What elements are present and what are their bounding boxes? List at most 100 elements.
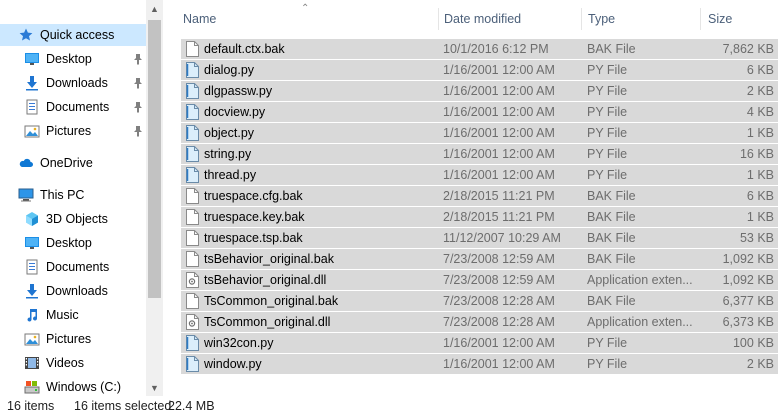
column-header-size[interactable]: Size [708, 8, 768, 30]
file-name: default.ctx.bak [204, 42, 285, 56]
column-header-type[interactable]: Type [588, 8, 688, 30]
file-name: dlgpassw.py [204, 84, 273, 98]
file-date-modified: 1/16/2001 12:00 AM [443, 84, 555, 98]
file-date-modified: 1/16/2001 12:00 AM [443, 357, 555, 371]
generic-file-icon [186, 293, 199, 309]
file-row[interactable]: dlgpassw.py 1/16/2001 12:00 AM PY File 2 KB [181, 80, 778, 101]
desktop-icon [24, 235, 40, 251]
nav-item-label: Music [46, 308, 79, 322]
file-type: BAK File [587, 210, 636, 224]
python-file-icon [186, 125, 199, 141]
file-name: thread.py [204, 168, 257, 182]
nav-item-quick-access[interactable]: Quick access [0, 24, 146, 46]
file-row[interactable]: TsCommon_original.dll 7/23/2008 12:28 AM A… [181, 311, 778, 332]
column-divider[interactable] [700, 8, 701, 30]
file-row[interactable]: truespace.key.bak 2/18/2015 11:21 PM BAK F… [181, 206, 778, 227]
file-name: window.py [204, 357, 262, 371]
nav-item-label: Pictures [46, 332, 92, 346]
python-file-icon [186, 62, 199, 78]
nav-item-label: Documents [46, 100, 110, 114]
file-name: truespace.key.bak [204, 210, 305, 224]
file-type: PY File [587, 336, 628, 350]
column-header-date-modified[interactable]: Date modified [444, 8, 574, 30]
file-row[interactable]: win32con.py 1/16/2001 12:00 AM PY File 100 … [181, 332, 778, 353]
desktop-icon [24, 51, 40, 67]
scroll-up-arrow-icon[interactable]: ▲ [146, 0, 163, 17]
nav-item-pictures[interactable]: Pictures [0, 120, 142, 142]
file-name: TsCommon_original.dll [204, 315, 331, 329]
pin-icon[interactable] [132, 100, 144, 114]
file-name: docview.py [204, 105, 266, 119]
nav-item-windows-c[interactable]: Windows (C:) [0, 376, 121, 396]
file-type: PY File [587, 63, 628, 77]
file-type: Application exten... [587, 273, 693, 287]
dll-file-icon [186, 272, 199, 288]
pictures-icon [24, 331, 40, 347]
column-divider[interactable] [581, 8, 582, 30]
file-row[interactable]: dialog.py 1/16/2001 12:00 AM PY File 6 KB [181, 59, 778, 80]
nav-item-label: OneDrive [40, 156, 93, 170]
file-date-modified: 1/16/2001 12:00 AM [443, 336, 555, 350]
file-row[interactable]: tsBehavior_original.dll 7/23/2008 12:59 A… [181, 269, 778, 290]
file-row[interactable]: object.py 1/16/2001 12:00 AM PY File 1 KB [181, 122, 778, 143]
pin-icon[interactable] [132, 124, 144, 138]
nav-item-label: Quick access [40, 28, 115, 42]
nav-item-music[interactable]: Music [0, 304, 79, 326]
file-size: 2 KB [746, 357, 774, 371]
nav-item-desktop[interactable]: Desktop [0, 48, 142, 70]
navigation-scrollbar[interactable]: ▲ ▼ [146, 0, 163, 396]
nav-item-pictures[interactable]: Pictures [0, 328, 91, 350]
file-type: PY File [587, 168, 628, 182]
file-date-modified: 2/18/2015 11:21 PM [443, 189, 555, 203]
file-row[interactable]: docview.py 1/16/2001 12:00 AM PY File 4 KB [181, 101, 778, 122]
file-row[interactable]: tsBehavior_original.bak 7/23/2008 12:59 A… [181, 248, 778, 269]
nav-item-this-pc[interactable]: This PC [0, 184, 84, 206]
nav-item-3d-objects[interactable]: 3D Objects [0, 208, 108, 230]
file-name: object.py [204, 126, 255, 140]
nav-item-label: Videos [46, 356, 84, 370]
file-size: 16 KB [739, 147, 774, 161]
nav-item-onedrive[interactable]: OneDrive [0, 152, 93, 174]
file-size: 100 KB [732, 336, 774, 350]
pin-icon[interactable] [132, 52, 144, 66]
cloud-icon [18, 155, 34, 171]
file-row[interactable]: truespace.tsp.bak 11/12/2007 10:29 AM BAK … [181, 227, 778, 248]
3d-objects-icon [24, 211, 40, 227]
pin-icon[interactable] [132, 76, 144, 90]
nav-item-downloads[interactable]: Downloads [0, 280, 108, 302]
file-row[interactable]: window.py 1/16/2001 12:00 AM PY File 2 KB [181, 353, 778, 374]
file-name: string.py [204, 147, 252, 161]
pictures-icon [24, 123, 40, 139]
file-row[interactable]: truespace.cfg.bak 2/18/2015 11:21 PM BAK F… [181, 185, 778, 206]
file-date-modified: 1/16/2001 12:00 AM [443, 147, 555, 161]
file-size: 4 KB [746, 105, 774, 119]
file-date-modified: 1/16/2001 12:00 AM [443, 105, 555, 119]
nav-item-documents[interactable]: Documents [0, 96, 142, 118]
file-size: 1,092 KB [722, 252, 774, 266]
column-divider[interactable] [438, 8, 439, 30]
star-icon [18, 27, 34, 43]
navigation-pane: Quick access Desktop Downloads Documents Pic… [0, 0, 163, 396]
nav-item-downloads[interactable]: Downloads [0, 72, 142, 94]
file-size: 1 KB [746, 168, 774, 182]
nav-item-desktop[interactable]: Desktop [0, 232, 92, 254]
file-row[interactable]: default.ctx.bak 10/1/2016 6:12 PM BAK File… [181, 38, 778, 59]
file-date-modified: 2/18/2015 11:21 PM [443, 210, 555, 224]
nav-item-label: Downloads [46, 76, 108, 90]
file-size: 6 KB [746, 63, 774, 77]
nav-item-videos[interactable]: Videos [0, 352, 84, 374]
file-type: BAK File [587, 42, 636, 56]
scroll-down-arrow-icon[interactable]: ▼ [146, 379, 163, 396]
nav-item-label: Downloads [46, 284, 108, 298]
generic-file-icon [186, 251, 199, 267]
file-row[interactable]: TsCommon_original.bak 7/23/2008 12:28 AM B… [181, 290, 778, 311]
file-row[interactable]: string.py 1/16/2001 12:00 AM PY File 16 KB [181, 143, 778, 164]
file-row[interactable]: thread.py 1/16/2001 12:00 AM PY File 1 KB [181, 164, 778, 185]
file-size: 2 KB [746, 84, 774, 98]
nav-item-documents[interactable]: Documents [0, 256, 109, 278]
scrollbar-thumb[interactable] [148, 20, 161, 298]
nav-item-label: 3D Objects [46, 212, 108, 226]
column-header-name[interactable]: Name [183, 8, 433, 30]
nav-item-label: Pictures [46, 124, 92, 138]
file-type: PY File [587, 357, 628, 371]
